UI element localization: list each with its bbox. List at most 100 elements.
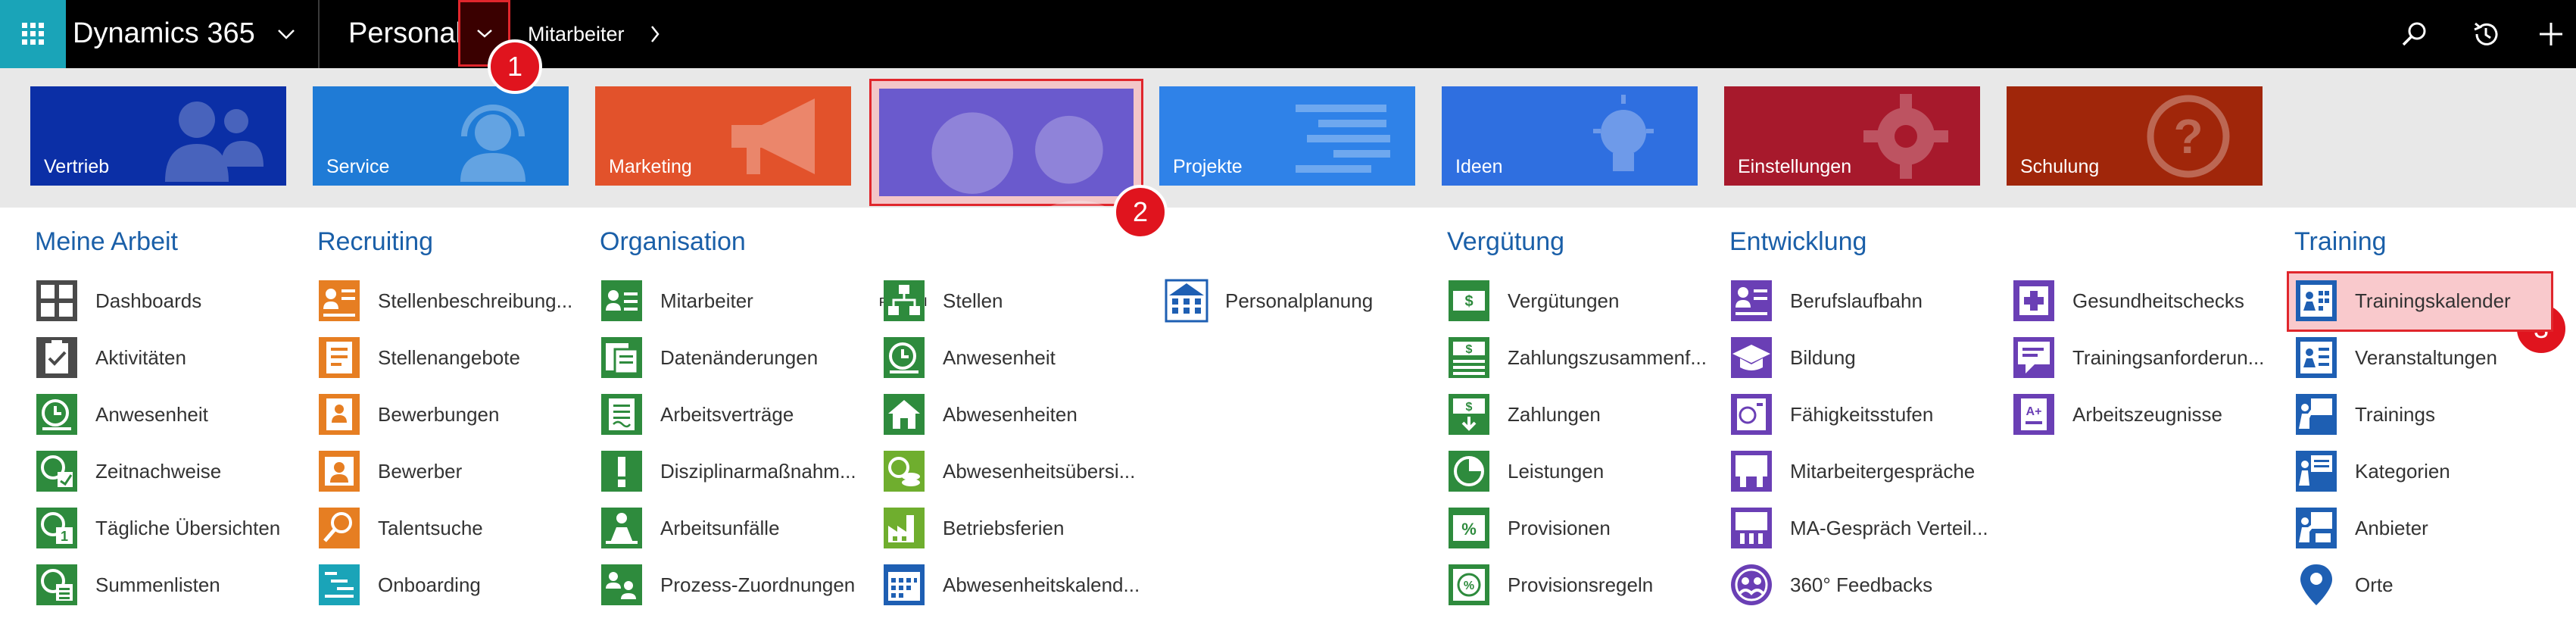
- nav-item-provisionsregeln[interactable]: % Provisionsregeln: [1447, 562, 1653, 608]
- nav-item-talentsuche[interactable]: Talentsuche: [317, 505, 483, 551]
- nav-item-arbeitsunfaelle[interactable]: Arbeitsunfälle: [600, 505, 780, 551]
- nav-item-label: Mitarbeitergespräche: [1790, 459, 1976, 483]
- tile-einstellungen[interactable]: Einstellungen: [1724, 86, 1980, 186]
- nav-item-trainingskalender[interactable]: Trainingskalender: [2294, 278, 2511, 323]
- nav-item-gesundheitschecks[interactable]: Gesundheitschecks: [2012, 278, 2244, 323]
- nav-item-label: Zahlungszusammenf...: [1508, 345, 1707, 369]
- nav-item-label: Stellenangebote: [378, 345, 520, 369]
- nav-item-label: Veranstaltungen: [2355, 345, 2497, 369]
- tile-label: Einstellungen: [1738, 156, 1852, 177]
- nav-item-betriebsferien[interactable]: Betriebsferien: [882, 505, 1064, 551]
- nav-item-stellen[interactable]: Stellen: [882, 278, 1003, 323]
- nav-item-label: Summenlisten: [95, 573, 220, 596]
- tile-label: Marketing: [609, 156, 692, 177]
- nav-item-disziplinarmassnahmen[interactable]: Disziplinarmaßnahm...: [600, 448, 856, 494]
- nav-item-label: Orte: [2355, 573, 2394, 596]
- svg-text:%: %: [1461, 520, 1477, 539]
- nav-item-provisionen[interactable]: % Provisionen: [1447, 505, 1611, 551]
- nav-item-verguetungen[interactable]: $ Vergütungen: [1447, 278, 1619, 323]
- nav-item-trainings[interactable]: Trainings: [2294, 392, 2435, 437]
- app-title[interactable]: Dynamics 365: [73, 0, 255, 68]
- tile-ideen[interactable]: Ideen: [1442, 86, 1698, 186]
- group-title-training: Training: [2294, 227, 2387, 256]
- tile-marketing[interactable]: Marketing: [595, 86, 851, 186]
- nav-item-abwesenheitsuebersicht[interactable]: Abwesenheitsübersi...: [882, 448, 1135, 494]
- provider-icon: [2296, 508, 2337, 548]
- breadcrumb-entity[interactable]: Mitarbeiter: [528, 0, 625, 68]
- nav-item-label: Arbeitsverträge: [660, 402, 794, 426]
- recent-items-button[interactable]: [2468, 17, 2503, 52]
- nav-item-stellenbeschreibungen[interactable]: Stellenbeschreibung...: [317, 278, 572, 323]
- callout-badge-2: 2: [1113, 185, 1168, 239]
- nav-item-anwesenheit[interactable]: Anwesenheit: [35, 392, 208, 437]
- area-title[interactable]: Personal: [348, 0, 462, 68]
- nav-item-mitarbeiter[interactable]: Mitarbeiter: [600, 278, 753, 323]
- graduation-cap-icon: [1731, 337, 1772, 378]
- nav-item-kategorien[interactable]: Kategorien: [2294, 448, 2450, 494]
- nav-item-label: Abwesenheitsübersi...: [943, 459, 1136, 483]
- nav-item-anwesenheit-2[interactable]: Anwesenheit: [882, 335, 1056, 380]
- nav-item-label: Personalplanung: [1225, 289, 1374, 312]
- nav-item-label: Berufslaufbahn: [1790, 289, 1923, 312]
- clock-icon: [884, 337, 925, 378]
- tile-service[interactable]: Service: [313, 86, 569, 186]
- nav-item-label: Bewerbungen: [378, 402, 500, 426]
- nav-item-ma-gespraech-verteilung[interactable]: MA-Gespräch Verteil...: [1729, 505, 1988, 551]
- nav-item-mitarbeitergespraeche[interactable]: Mitarbeitergespräche: [1729, 448, 1975, 494]
- nav-item-bewerbungen[interactable]: Bewerbungen: [317, 392, 499, 437]
- nav-item-label: Bildung: [1790, 345, 1856, 369]
- nav-item-veranstaltungen[interactable]: Veranstaltungen: [2294, 335, 2497, 380]
- app-launcher-button[interactable]: [0, 0, 66, 68]
- nav-item-arbeitszeugnisse[interactable]: A+ Arbeitszeugnisse: [2012, 392, 2222, 437]
- search-button[interactable]: [2397, 17, 2432, 52]
- nav-item-faehigkeitsstufen[interactable]: Fähigkeitsstufen: [1729, 392, 1933, 437]
- nav-item-label: Anbieter: [2355, 516, 2428, 539]
- nav-item-label: Zeitnachweise: [95, 459, 222, 483]
- nav-item-label: Trainingskalender: [2355, 289, 2511, 312]
- nav-item-onboarding[interactable]: Onboarding: [317, 562, 481, 608]
- nav-item-label: Anwesenheit: [95, 402, 208, 426]
- nav-item-zahlungszusammenfassung[interactable]: $ Zahlungszusammenf...: [1447, 335, 1707, 380]
- tile-personal[interactable]: Personal: [879, 89, 1134, 309]
- nav-item-taegliche-uebersichten[interactable]: 1 Tägliche Übersichten: [35, 505, 280, 551]
- tile-projekte[interactable]: Projekte: [1159, 86, 1415, 186]
- nav-item-orte[interactable]: Orte: [2294, 562, 2394, 608]
- nav-item-datenaenderungen[interactable]: Datenänderungen: [600, 335, 818, 380]
- group-title-meine-arbeit: Meine Arbeit: [35, 227, 178, 256]
- category-icon: [2296, 451, 2337, 492]
- nav-item-360-feedbacks[interactable]: 360° Feedbacks: [1729, 562, 1932, 608]
- nav-item-arbeitsvertraege[interactable]: Arbeitsverträge: [600, 392, 794, 437]
- nav-item-personalplanung[interactable]: Personalplanung: [1165, 278, 1373, 323]
- nav-item-anbieter[interactable]: Anbieter: [2294, 505, 2428, 551]
- nav-item-aktivitaeten[interactable]: Aktivitäten: [35, 335, 186, 380]
- nav-item-label: Bewerber: [378, 459, 463, 483]
- breadcrumb-next-button[interactable]: [644, 20, 666, 48]
- nav-item-label: Leistungen: [1508, 459, 1605, 483]
- nav-item-bildung[interactable]: Bildung: [1729, 335, 1856, 380]
- nav-item-berufslaufbahn[interactable]: Berufslaufbahn: [1729, 278, 1923, 323]
- nav-item-bewerber[interactable]: Bewerber: [317, 448, 462, 494]
- tile-schulung[interactable]: ? Schulung: [2007, 86, 2263, 186]
- nav-item-abwesenheitskalender[interactable]: Abwesenheitskalend...: [882, 562, 1140, 608]
- new-record-button[interactable]: [2534, 17, 2568, 52]
- skill-level-icon: [1731, 394, 1772, 435]
- nav-item-label: Arbeitszeugnisse: [2072, 402, 2222, 426]
- nav-item-zeitnachweise[interactable]: Zeitnachweise: [35, 448, 221, 494]
- app-switcher-button[interactable]: [270, 17, 303, 52]
- nav-item-dashboards[interactable]: Dashboards: [35, 278, 201, 323]
- nav-item-prozess-zuordnungen[interactable]: Prozess-Zuordnungen: [600, 562, 855, 608]
- nav-item-trainingsanforderungen[interactable]: Trainingsanforderun...: [2012, 335, 2264, 380]
- nav-item-leistungen[interactable]: Leistungen: [1447, 448, 1604, 494]
- absence-icon: [884, 394, 925, 435]
- nav-item-summenlisten[interactable]: Summenlisten: [35, 562, 220, 608]
- top-navigation-bar: Dynamics 365 Personal Mitarbeiter: [0, 0, 2576, 68]
- nav-item-abwesenheiten[interactable]: Abwesenheiten: [882, 392, 1077, 437]
- headset-icon: [460, 105, 525, 182]
- tile-vertrieb[interactable]: Vertrieb: [30, 86, 286, 186]
- data-change-icon: [601, 337, 642, 378]
- nav-item-zahlungen[interactable]: $ Zahlungen: [1447, 392, 1601, 437]
- svg-text:?: ?: [2173, 109, 2203, 164]
- pie-chart-icon: [1449, 451, 1489, 492]
- commission-rules-icon: %: [1449, 564, 1489, 605]
- nav-item-stellenangebote[interactable]: Stellenangebote: [317, 335, 520, 380]
